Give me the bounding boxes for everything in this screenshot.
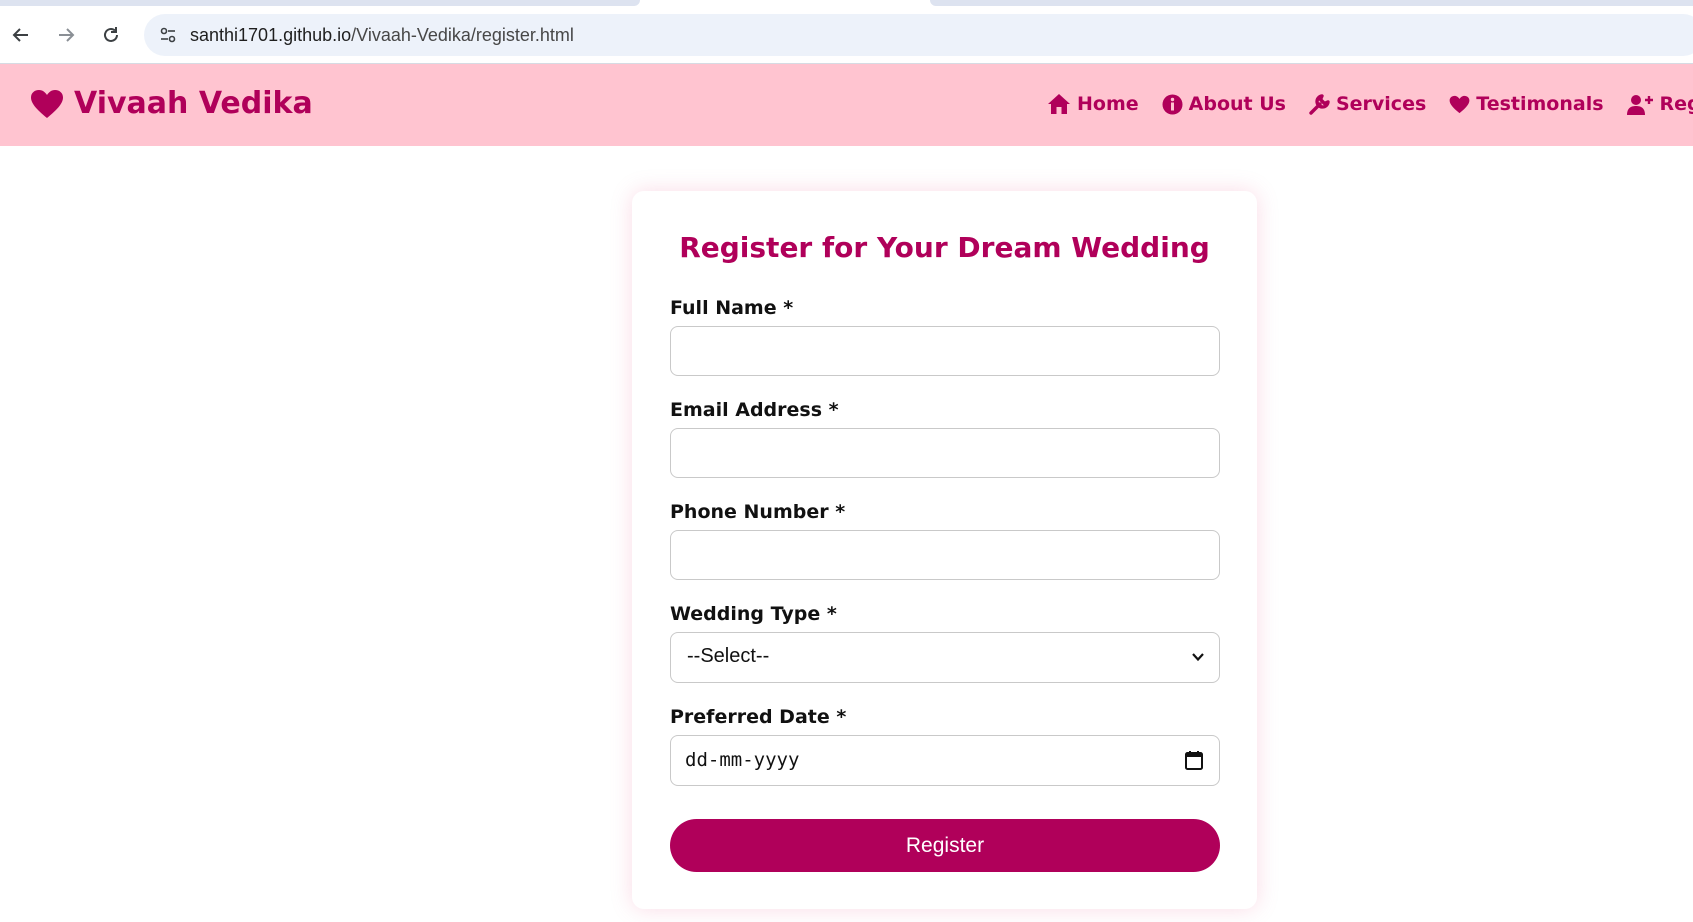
nav-services-label: Services: [1335, 93, 1427, 115]
address-bar[interactable]: santhi1701.github.io/Vivaah-Vedika/regis…: [144, 14, 1693, 56]
nav-testimonials-label: Testimonals: [1476, 93, 1604, 115]
brand-name: Vivaah Vedika: [74, 86, 313, 121]
back-button[interactable]: [6, 20, 36, 50]
inactive-tab-left[interactable]: [0, 0, 640, 6]
wedding-type-label: Wedding Type *: [670, 603, 837, 625]
email-input[interactable]: [670, 428, 1220, 478]
browser-toolbar: santhi1701.github.io/Vivaah-Vedika/regis…: [0, 0, 1693, 64]
nav-about[interactable]: About Us: [1162, 93, 1286, 115]
url-host: santhi1701.github.io: [190, 25, 352, 45]
chevron-down-icon: [1192, 653, 1204, 662]
full-name-label: Full Name *: [670, 297, 794, 319]
form-title: Register for Your Dream Wedding: [679, 231, 1210, 264]
wrench-icon: [1309, 93, 1330, 115]
brand-logo[interactable]: Vivaah Vedika: [30, 86, 313, 121]
forward-button[interactable]: [51, 20, 81, 50]
heart-icon: [31, 89, 63, 118]
wedding-type-selected: --Select--: [687, 645, 770, 667]
wedding-type-select[interactable]: --Select--: [670, 632, 1220, 683]
inactive-tab-right[interactable]: [930, 0, 1693, 6]
arrow-right-icon: [59, 28, 75, 42]
user-plus-icon: [1626, 94, 1653, 115]
arrow-left-icon: [12, 28, 28, 42]
url-text: santhi1701.github.io/Vivaah-Vedika/regis…: [190, 25, 574, 46]
site-info-button[interactable]: [156, 23, 180, 47]
phone-label: Phone Number *: [670, 501, 846, 523]
tune-icon: [160, 27, 176, 43]
nav-testimonials[interactable]: Testimonals: [1449, 93, 1604, 115]
heart-icon: [1449, 95, 1470, 113]
reload-button[interactable]: [96, 20, 126, 50]
preferred-date-input[interactable]: dd-mm-yyyy: [670, 735, 1220, 786]
preferred-date-value: dd-mm-yyyy: [685, 749, 800, 771]
nav-home[interactable]: Home: [1047, 93, 1139, 115]
home-icon: [1048, 94, 1070, 114]
info-icon: [1162, 94, 1183, 114]
full-name-input[interactable]: [670, 326, 1220, 376]
site-header: Vivaah Vedika Home About Us Services Tes…: [0, 64, 1693, 146]
register-button[interactable]: Register: [670, 819, 1220, 872]
url-path: /Vivaah-Vedika/register.html: [351, 25, 574, 45]
nav-services[interactable]: Services: [1309, 93, 1426, 115]
main-nav: Home About Us Services Testimonals Regis…: [1047, 93, 1693, 115]
nav-registration-label: Registra: [1659, 93, 1693, 115]
email-label: Email Address *: [670, 399, 839, 421]
nav-about-label: About Us: [1188, 93, 1286, 115]
tab-strip: [0, 0, 1693, 6]
reload-icon: [104, 27, 118, 42]
nav-registration[interactable]: Registra: [1626, 93, 1693, 115]
calendar-icon[interactable]: [1183, 749, 1205, 771]
nav-home-label: Home: [1077, 93, 1139, 115]
registration-card: Register for Your Dream Wedding Full Nam…: [632, 191, 1257, 909]
phone-input[interactable]: [670, 530, 1220, 580]
preferred-date-label: Preferred Date *: [670, 706, 847, 728]
